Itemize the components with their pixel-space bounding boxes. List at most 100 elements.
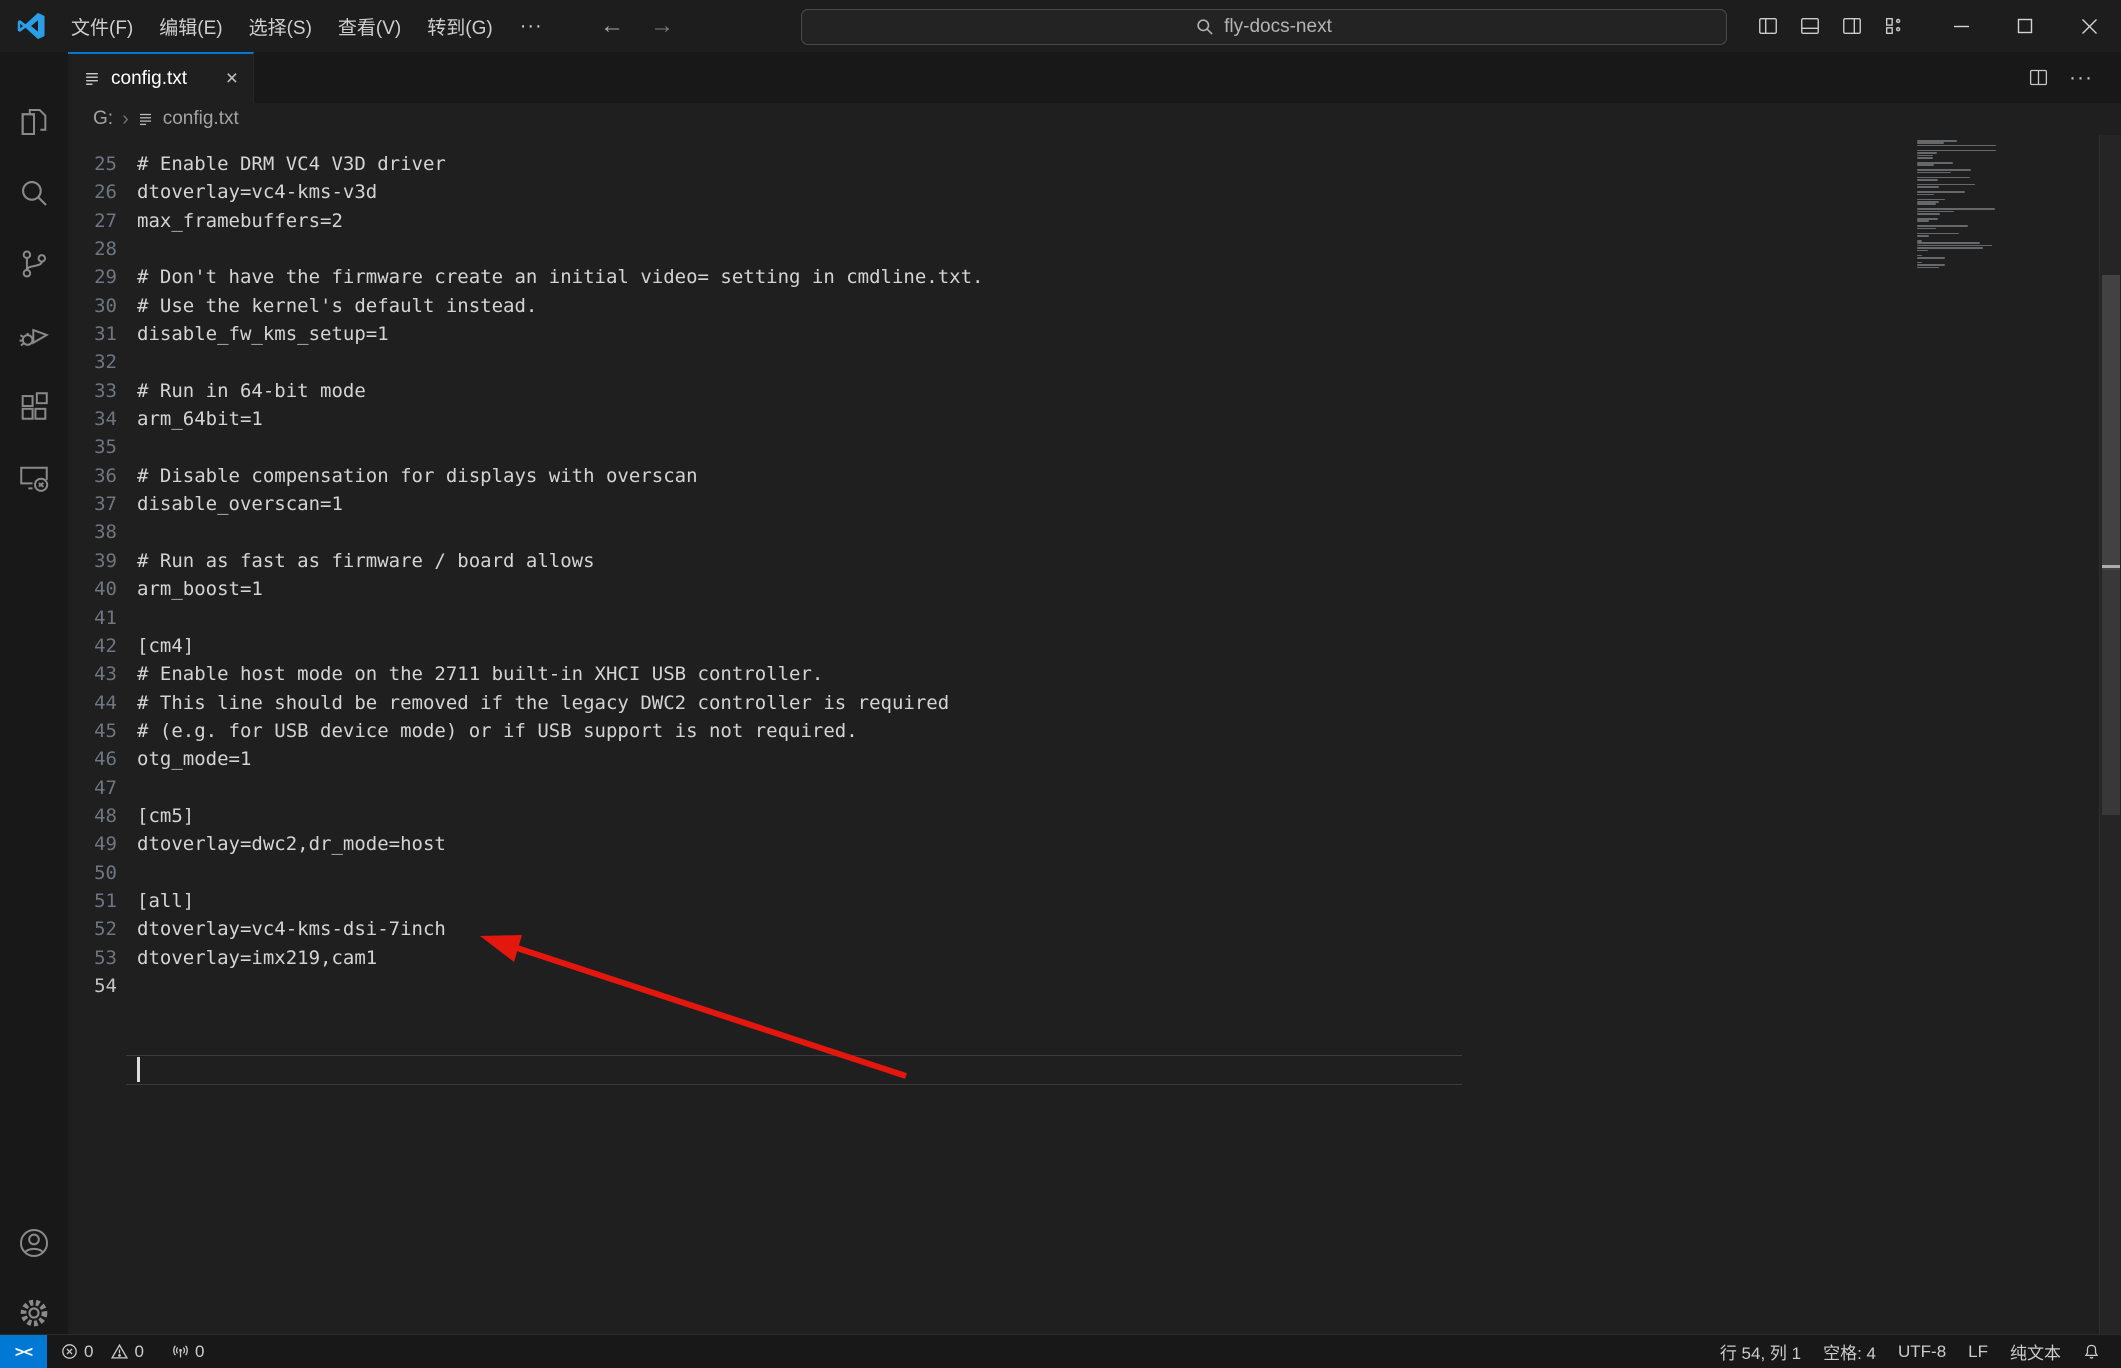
code-line[interactable]: 39# Run as fast as firmware / board allo… — [68, 547, 2121, 575]
minimap-line — [1917, 257, 1945, 259]
line-number: 39 — [68, 547, 117, 575]
menu-file[interactable]: 文件(F) — [58, 0, 146, 52]
remote-explorer-icon[interactable] — [0, 453, 67, 501]
language-mode[interactable]: 纯文本 — [1999, 1335, 2072, 1368]
code-line[interactable]: 35 — [68, 433, 2121, 461]
breadcrumb-file[interactable]: config.txt — [163, 108, 239, 130]
code-line[interactable]: 29# Don't have the firmware create an in… — [68, 263, 2121, 291]
explorer-icon[interactable] — [0, 98, 67, 146]
line-number: 53 — [68, 944, 117, 972]
extensions-icon[interactable] — [0, 382, 67, 430]
code-text: arm_boost=1 — [137, 575, 263, 603]
menu-view[interactable]: 查看(V) — [325, 0, 414, 52]
eol-sequence[interactable]: LF — [1957, 1335, 1999, 1368]
code-text: # Run in 64-bit mode — [137, 377, 366, 405]
code-line[interactable]: 48[cm5] — [68, 802, 2121, 830]
line-number: 33 — [68, 377, 117, 405]
code-line[interactable]: 37disable_overscan=1 — [68, 490, 2121, 518]
code-line[interactable]: 30# Use the kernel's default instead. — [68, 292, 2121, 320]
notifications-bell[interactable] — [2072, 1335, 2111, 1368]
tab-close-icon[interactable]: × — [223, 67, 241, 91]
code-line[interactable]: 43# Enable host mode on the 2711 built-i… — [68, 660, 2121, 688]
menu-goto[interactable]: 转到(G) — [414, 0, 505, 52]
close-window-button[interactable] — [2057, 0, 2121, 52]
minimize-button[interactable] — [1929, 0, 1993, 52]
code-editor[interactable]: 25# Enable DRM VC4 V3D driver26dtoverlay… — [68, 135, 2121, 1335]
encoding[interactable]: UTF-8 — [1887, 1335, 1957, 1368]
vertical-scrollbar[interactable] — [2099, 135, 2121, 1335]
code-line[interactable]: 53dtoverlay=imx219,cam1 — [68, 944, 2121, 972]
code-line[interactable]: 46otg_mode=1 — [68, 745, 2121, 773]
problems-errors[interactable]: 0 — [53, 1342, 101, 1362]
menu-more-icon[interactable]: ··· — [506, 0, 557, 52]
line-number: 45 — [68, 717, 117, 745]
code-line[interactable]: 36# Disable compensation for displays wi… — [68, 462, 2121, 490]
activity-bar — [0, 52, 69, 1335]
navigate-forward-icon[interactable]: → — [650, 12, 674, 40]
broadcast-icon — [172, 1343, 189, 1360]
indentation[interactable]: 空格: 4 — [1812, 1335, 1887, 1368]
toggle-secondary-sidebar-icon[interactable] — [1841, 15, 1863, 37]
tab-bar: config.txt × ··· — [68, 52, 2121, 103]
code-line[interactable]: 47 — [68, 774, 2121, 802]
code-line[interactable]: 54 — [68, 972, 2121, 1000]
code-line[interactable]: 52dtoverlay=vc4-kms-dsi-7inch — [68, 915, 2121, 943]
toggle-primary-sidebar-icon[interactable] — [1757, 15, 1779, 37]
source-control-icon[interactable] — [0, 240, 67, 288]
breadcrumb: G: › config.txt — [68, 103, 2121, 135]
scrollbar-slider-shade — [2102, 570, 2120, 815]
ports-count: 0 — [195, 1342, 204, 1362]
code-line[interactable]: 33 # Run in 64-bit mode — [68, 377, 2121, 405]
code-line[interactable]: 27max_framebuffers=2 — [68, 207, 2121, 235]
code-line[interactable]: 42[cm4] — [68, 632, 2121, 660]
line-number: 28 — [68, 235, 117, 263]
code-line[interactable]: 45# (e.g. for USB device mode) or if USB… — [68, 717, 2121, 745]
code-text: disable_fw_kms_setup=1 — [137, 320, 389, 348]
chevron-right-icon: › — [122, 108, 129, 131]
code-line[interactable]: 50 — [68, 859, 2121, 887]
breadcrumb-drive[interactable]: G: — [93, 108, 113, 130]
remote-indicator[interactable]: >< — [0, 1335, 47, 1368]
editor-more-actions-icon[interactable]: ··· — [2069, 66, 2093, 90]
code-line[interactable]: 28 — [68, 235, 2121, 263]
code-line[interactable]: 41 — [68, 604, 2121, 632]
menu-selection[interactable]: 选择(S) — [236, 0, 325, 52]
split-editor-icon[interactable] — [2028, 67, 2049, 88]
cursor-position[interactable]: 行 54, 列 1 — [1709, 1335, 1812, 1368]
code-line[interactable]: 32 — [68, 348, 2121, 376]
line-number: 46 — [68, 745, 117, 773]
code-line[interactable]: 26dtoverlay=vc4-kms-v3d — [68, 178, 2121, 206]
minimap-line — [1917, 179, 1938, 181]
command-center-search[interactable]: fly-docs-next — [801, 9, 1727, 45]
tab-config-txt[interactable]: config.txt × — [68, 52, 254, 103]
accounts-icon[interactable] — [0, 1219, 67, 1267]
maximize-button[interactable] — [1993, 0, 2057, 52]
code-text: dtoverlay=vc4-kms-dsi-7inch — [137, 915, 446, 943]
code-line[interactable]: 40arm_boost=1 — [68, 575, 2121, 603]
forwarded-ports[interactable]: 0 — [164, 1342, 212, 1362]
line-number: 37 — [68, 490, 117, 518]
code-text: arm_64bit=1 — [137, 405, 263, 433]
code-line[interactable]: 25# Enable DRM VC4 V3D driver — [68, 150, 2121, 178]
problems-warnings[interactable]: 0 — [103, 1342, 151, 1362]
search-view-icon[interactable] — [0, 169, 67, 217]
line-number: 35 — [68, 433, 117, 461]
code-text: [cm5] — [137, 802, 194, 830]
navigate-back-icon[interactable]: ← — [600, 12, 624, 40]
minimap-line — [1917, 172, 1951, 174]
code-line[interactable]: 44# This line should be removed if the l… — [68, 689, 2121, 717]
search-query-text: fly-docs-next — [1224, 16, 1332, 38]
minimap[interactable] — [1917, 140, 2029, 272]
customize-layout-icon[interactable] — [1883, 15, 1905, 37]
code-line[interactable]: 31disable_fw_kms_setup=1 — [68, 320, 2121, 348]
toggle-panel-icon[interactable] — [1799, 15, 1821, 37]
menu-edit[interactable]: 编辑(E) — [146, 0, 235, 52]
run-and-debug-icon[interactable] — [0, 311, 67, 359]
code-line[interactable]: 38 — [68, 518, 2121, 546]
code-line[interactable]: 34arm_64bit=1 — [68, 405, 2121, 433]
minimap-line — [1917, 152, 1937, 154]
settings-gear-icon[interactable] — [0, 1289, 67, 1337]
code-line[interactable]: 49dtoverlay=dwc2,dr_mode=host — [68, 830, 2121, 858]
minimap-line — [1917, 228, 1936, 230]
code-line[interactable]: 51[all] — [68, 887, 2121, 915]
